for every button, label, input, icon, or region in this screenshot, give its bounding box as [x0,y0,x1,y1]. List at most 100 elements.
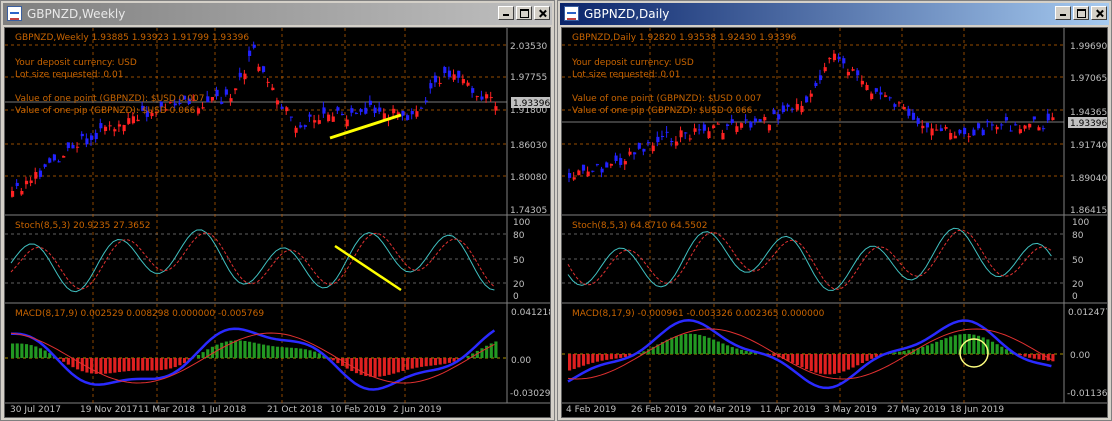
macd-histogram-bar [438,358,442,365]
candle-body [1018,129,1022,134]
macd-histogram-bar [466,355,470,358]
macd-histogram-bar [846,354,851,370]
candle-body [674,141,679,146]
date-label: 18 Jun 2019 [950,405,1004,415]
window-titlebar[interactable]: GBPNZD,Weekly [3,3,552,25]
candle-body [702,124,706,131]
macd-histogram-bar [679,334,683,354]
candle-body [392,108,396,114]
chart-window-daily[interactable]: GBPNZD,Daily GBPNZD,Daily 1.92820 1.9353… [557,0,1112,421]
close-button[interactable] [1091,6,1107,20]
candle-body [772,110,776,115]
candle-body [20,190,24,195]
candle-body [637,142,641,149]
point-value-text: Value of one point (GBPNZD): $USD 0.007 [572,94,761,104]
current-price-label: 1.93396 [1070,119,1107,129]
stoch-level: 20 [513,280,525,290]
macd-level: -0.030290 [510,389,551,399]
macd-histogram-bar [976,335,981,354]
macd-histogram-bar [721,343,725,354]
stoch-level: 80 [1072,231,1084,241]
candle-body [1023,125,1027,129]
candle-body [749,121,753,128]
macd-histogram-bar [716,341,720,354]
macd-histogram-bar [842,354,846,372]
price-chart-area[interactable]: GBPNZD,Daily 1.92820 1.93538 1.92430 1.9… [561,27,1108,418]
candle-body [814,82,818,87]
candle-body [609,163,613,166]
candle-body [452,74,456,80]
price-chart-area[interactable]: GBPNZD,Weekly 1.93885 1.93923 1.91799 1.… [4,27,551,418]
date-label: 30 Jul 2017 [10,405,61,415]
candle-body [322,107,326,114]
macd-histogram-bar [925,345,930,354]
candle-body [248,50,252,56]
candle-body [786,104,790,107]
chart-window-weekly[interactable]: GBPNZD,Weekly GBPNZD,Weekly 1.93885 1.93… [0,0,555,421]
candle-body [429,83,433,89]
candle-body [461,79,465,84]
candle-body [893,104,897,107]
maximize-button[interactable] [516,6,532,20]
candle-body [758,119,762,122]
macd-histogram-bar [577,354,581,368]
date-label: 3 May 2019 [824,405,877,415]
candle-body [577,170,581,176]
candle-body [331,116,335,122]
candle-body [907,108,911,116]
stoch-header: Stoch(8,5,3) 64.8710 64.5502 [572,221,707,231]
macd-histogram-bar [173,358,177,368]
candle-body [837,56,841,60]
date-label: 19 Nov 2017 [80,405,138,415]
macd-histogram-bar [860,354,864,364]
macd-histogram-bar [406,358,410,370]
price-label: 1.86415 [1070,206,1107,216]
minimize-button[interactable] [498,6,514,20]
candle-body [433,75,438,83]
macd-histogram-bar [902,350,906,354]
date-label: 27 May 2019 [887,405,946,415]
date-label: 11 Apr 2019 [760,405,816,415]
candle-body [234,88,238,91]
macd-histogram-bar [38,348,43,358]
candle-body [410,111,414,115]
macd-histogram-bar [313,351,317,358]
price-label: 1.97755 [510,73,547,83]
macd-histogram-bar [809,354,813,372]
maximize-button[interactable] [1073,6,1089,20]
macd-histogram-bar [726,345,730,354]
stoch-level: 0 [1072,292,1078,302]
pip-value-text: Value of one pip (GBPNZD): $USD 0.066 [572,106,753,116]
candle-body [368,100,373,105]
price-label: 1.80080 [510,173,547,183]
macd-histogram-bar [331,358,335,361]
close-button[interactable] [534,6,550,20]
macd-histogram-bar [494,341,498,358]
window-titlebar[interactable]: GBPNZD,Daily [560,3,1109,25]
candle-body [475,96,479,98]
candle-body [299,125,303,128]
candle-body [94,132,98,140]
candle-body [795,104,799,110]
macd-histogram-bar [443,358,447,364]
minimize-button[interactable] [1055,6,1071,20]
macd-histogram-bar [15,343,19,358]
candle-body [846,71,851,76]
candle-body [103,126,108,132]
macd-histogram-bar [893,352,897,354]
macd-histogram-bar [1028,354,1032,358]
macd-histogram-bar [85,358,89,373]
macd-level: -0.011361 [1067,389,1108,399]
candle-body [364,107,368,114]
macd-histogram-bar [113,358,117,373]
candle-body [43,164,47,167]
candle-body [378,107,382,112]
macd-histogram-bar [234,340,238,358]
macd-histogram-bar [995,344,999,354]
candle-body [591,170,595,172]
candle-body [29,180,33,184]
lot-size-text: Lot size requested: 0.01 [15,70,123,80]
stoch-level: 50 [513,256,525,266]
candle-body [285,107,289,112]
candle-body [220,101,224,104]
